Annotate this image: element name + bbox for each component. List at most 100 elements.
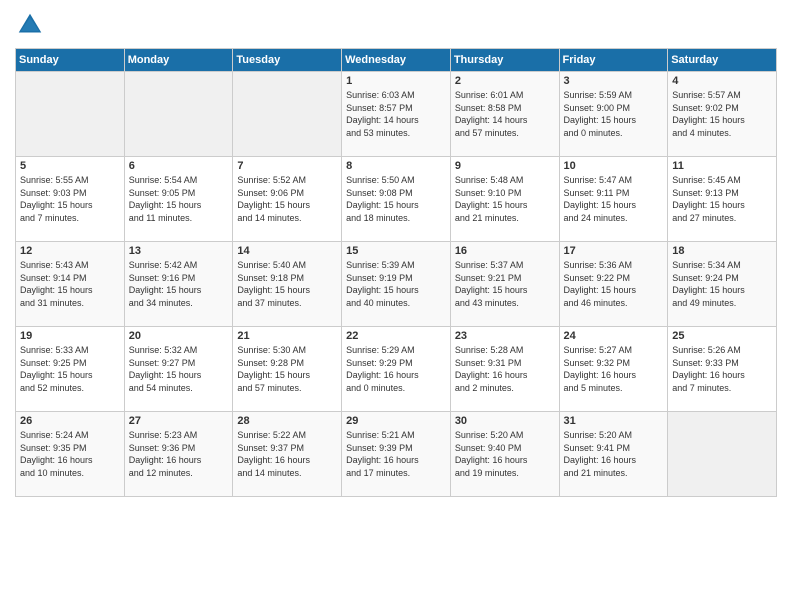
calendar-cell: 21Sunrise: 5:30 AM Sunset: 9:28 PM Dayli… [233, 327, 342, 412]
calendar-cell: 16 Sunrise: 5:37 AM Sunset: 9:21 PM Dayli… [450, 242, 559, 327]
day-number: 24 [564, 330, 664, 342]
calendar-cell: 24 Sunrise: 5:27 AM Sunset: 9:32 PM Dayli… [559, 327, 668, 412]
day-info: Sunrise: 5:43 AM Sunset: 9:14 PM Dayligh… [20, 259, 120, 309]
day-number: 2 [455, 75, 555, 87]
calendar-cell: 19 Sunrise: 5:33 AM Sunset: 9:25 PM Dayli… [16, 327, 125, 412]
calendar-cell: 28 Sunrise: 5:22 AM Sunset: 9:37 PM Dayli… [233, 412, 342, 497]
day-info: Sunrise: 5:55 AM Sunset: 9:03 PM Dayligh… [20, 174, 120, 224]
calendar-cell: 17 Sunrise: 5:36 AM Sunset: 9:22 PM Dayli… [559, 242, 668, 327]
day-info: Sunrise: 5:45 AM Sunset: 9:13 PM Dayligh… [672, 174, 772, 224]
day-info: Sunrise: 5:52 AM Sunset: 9:06 PM Dayligh… [237, 174, 337, 224]
day-number: 31 [564, 415, 664, 427]
calendar-cell: 30Sunrise: 5:20 AM Sunset: 9:40 PM Dayli… [450, 412, 559, 497]
day-number: 12 [20, 245, 120, 257]
calendar-cell: 26Sunrise: 5:24 AM Sunset: 9:35 PM Dayli… [16, 412, 125, 497]
calendar-cell: 25Sunrise: 5:26 AM Sunset: 9:33 PM Dayli… [668, 327, 777, 412]
day-info: Sunrise: 5:47 AM Sunset: 9:11 PM Dayligh… [564, 174, 664, 224]
calendar-cell: 5 Sunrise: 5:55 AM Sunset: 9:03 PM Daylig… [16, 157, 125, 242]
calendar-week-2: 5 Sunrise: 5:55 AM Sunset: 9:03 PM Daylig… [16, 157, 777, 242]
calendar-cell [668, 412, 777, 497]
day-info: Sunrise: 5:40 AM Sunset: 9:18 PM Dayligh… [237, 259, 337, 309]
day-info: Sunrise: 5:59 AM Sunset: 9:00 PM Dayligh… [564, 89, 664, 139]
day-info: Sunrise: 5:26 AM Sunset: 9:33 PM Dayligh… [672, 344, 772, 394]
calendar-cell: 9Sunrise: 5:48 AM Sunset: 9:10 PM Daylig… [450, 157, 559, 242]
calendar-cell: 1Sunrise: 6:03 AM Sunset: 8:57 PM Daylig… [342, 72, 451, 157]
day-number: 27 [129, 415, 229, 427]
day-info: Sunrise: 6:01 AM Sunset: 8:58 PM Dayligh… [455, 89, 555, 139]
calendar-cell: 15 Sunrise: 5:39 AM Sunset: 9:19 PM Dayli… [342, 242, 451, 327]
day-info: Sunrise: 5:42 AM Sunset: 9:16 PM Dayligh… [129, 259, 229, 309]
day-number: 5 [20, 160, 120, 172]
calendar-cell: 18 Sunrise: 5:34 AM Sunset: 9:24 PM Dayli… [668, 242, 777, 327]
calendar-cell: 8 Sunrise: 5:50 AM Sunset: 9:08 PM Daylig… [342, 157, 451, 242]
calendar-cell: 13 Sunrise: 5:42 AM Sunset: 9:16 PM Dayli… [124, 242, 233, 327]
day-info: Sunrise: 5:57 AM Sunset: 9:02 PM Dayligh… [672, 89, 772, 139]
day-number: 26 [20, 415, 120, 427]
day-info: Sunrise: 5:29 AM Sunset: 9:29 PM Dayligh… [346, 344, 446, 394]
logo-icon [15, 10, 45, 40]
day-info: Sunrise: 5:37 AM Sunset: 9:21 PM Dayligh… [455, 259, 555, 309]
page-container: SundayMondayTuesdayWednesdayThursdayFrid… [0, 0, 792, 507]
day-info: Sunrise: 5:28 AM Sunset: 9:31 PM Dayligh… [455, 344, 555, 394]
day-number: 8 [346, 160, 446, 172]
calendar-cell: 12 Sunrise: 5:43 AM Sunset: 9:14 PM Dayli… [16, 242, 125, 327]
day-number: 18 [672, 245, 772, 257]
day-info: Sunrise: 5:36 AM Sunset: 9:22 PM Dayligh… [564, 259, 664, 309]
calendar-cell: 20Sunrise: 5:32 AM Sunset: 9:27 PM Dayli… [124, 327, 233, 412]
day-number: 14 [237, 245, 337, 257]
day-number: 6 [129, 160, 229, 172]
calendar-cell: 3 Sunrise: 5:59 AM Sunset: 9:00 PM Daylig… [559, 72, 668, 157]
col-header-wednesday: Wednesday [342, 49, 451, 72]
calendar-cell: 11Sunrise: 5:45 AM Sunset: 9:13 PM Dayli… [668, 157, 777, 242]
col-header-friday: Friday [559, 49, 668, 72]
day-number: 3 [564, 75, 664, 87]
calendar-cell: 4 Sunrise: 5:57 AM Sunset: 9:02 PM Daylig… [668, 72, 777, 157]
day-info: Sunrise: 5:23 AM Sunset: 9:36 PM Dayligh… [129, 429, 229, 479]
day-number: 16 [455, 245, 555, 257]
day-info: Sunrise: 5:54 AM Sunset: 9:05 PM Dayligh… [129, 174, 229, 224]
page-header [15, 10, 777, 40]
col-header-thursday: Thursday [450, 49, 559, 72]
day-number: 4 [672, 75, 772, 87]
day-info: Sunrise: 5:39 AM Sunset: 9:19 PM Dayligh… [346, 259, 446, 309]
day-number: 7 [237, 160, 337, 172]
day-number: 19 [20, 330, 120, 342]
day-number: 29 [346, 415, 446, 427]
calendar-table: SundayMondayTuesdayWednesdayThursdayFrid… [15, 48, 777, 497]
day-info: Sunrise: 5:20 AM Sunset: 9:41 PM Dayligh… [564, 429, 664, 479]
day-info: Sunrise: 5:33 AM Sunset: 9:25 PM Dayligh… [20, 344, 120, 394]
calendar-cell: 2 Sunrise: 6:01 AM Sunset: 8:58 PM Daylig… [450, 72, 559, 157]
calendar-cell [233, 72, 342, 157]
day-info: Sunrise: 5:32 AM Sunset: 9:27 PM Dayligh… [129, 344, 229, 394]
calendar-cell: 10 Sunrise: 5:47 AM Sunset: 9:11 PM Dayli… [559, 157, 668, 242]
calendar-cell: 27 Sunrise: 5:23 AM Sunset: 9:36 PM Dayli… [124, 412, 233, 497]
day-number: 10 [564, 160, 664, 172]
col-header-saturday: Saturday [668, 49, 777, 72]
calendar-cell: 22 Sunrise: 5:29 AM Sunset: 9:29 PM Dayli… [342, 327, 451, 412]
day-number: 17 [564, 245, 664, 257]
calendar-cell: 6 Sunrise: 5:54 AM Sunset: 9:05 PM Daylig… [124, 157, 233, 242]
day-info: Sunrise: 5:34 AM Sunset: 9:24 PM Dayligh… [672, 259, 772, 309]
col-header-tuesday: Tuesday [233, 49, 342, 72]
calendar-week-4: 19 Sunrise: 5:33 AM Sunset: 9:25 PM Dayli… [16, 327, 777, 412]
col-header-monday: Monday [124, 49, 233, 72]
calendar-cell: 23 Sunrise: 5:28 AM Sunset: 9:31 PM Dayli… [450, 327, 559, 412]
calendar-cell: 14 Sunrise: 5:40 AM Sunset: 9:18 PM Dayli… [233, 242, 342, 327]
day-number: 21 [237, 330, 337, 342]
day-number: 23 [455, 330, 555, 342]
col-header-sunday: Sunday [16, 49, 125, 72]
day-info: Sunrise: 5:22 AM Sunset: 9:37 PM Dayligh… [237, 429, 337, 479]
calendar-header-row: SundayMondayTuesdayWednesdayThursdayFrid… [16, 49, 777, 72]
day-number: 9 [455, 160, 555, 172]
day-number: 13 [129, 245, 229, 257]
calendar-week-5: 26Sunrise: 5:24 AM Sunset: 9:35 PM Dayli… [16, 412, 777, 497]
logo [15, 10, 50, 40]
day-info: Sunrise: 5:20 AM Sunset: 9:40 PM Dayligh… [455, 429, 555, 479]
day-info: Sunrise: 5:27 AM Sunset: 9:32 PM Dayligh… [564, 344, 664, 394]
day-number: 22 [346, 330, 446, 342]
day-info: Sunrise: 5:21 AM Sunset: 9:39 PM Dayligh… [346, 429, 446, 479]
calendar-cell: 31 Sunrise: 5:20 AM Sunset: 9:41 PM Dayli… [559, 412, 668, 497]
day-number: 15 [346, 245, 446, 257]
day-info: Sunrise: 5:50 AM Sunset: 9:08 PM Dayligh… [346, 174, 446, 224]
day-number: 28 [237, 415, 337, 427]
